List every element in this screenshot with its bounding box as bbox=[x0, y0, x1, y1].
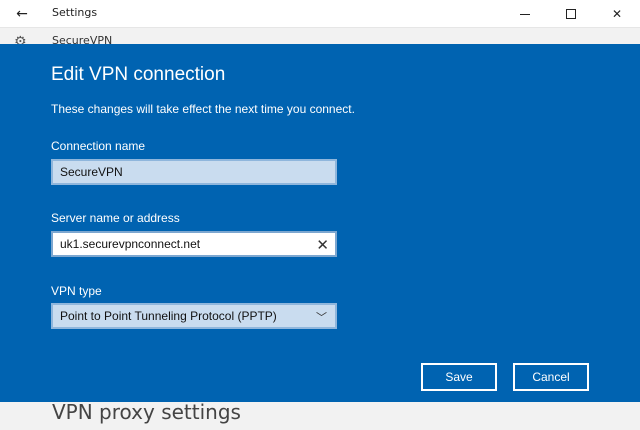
server-address-field[interactable]: uk1.securevpnconnect.net ✕ bbox=[51, 231, 337, 257]
minimize-icon bbox=[520, 13, 530, 15]
window-title: Settings bbox=[52, 6, 98, 19]
dialog-subtitle: These changes will take effect the next … bbox=[51, 102, 355, 116]
title-bar: ← Settings ✕ bbox=[0, 0, 640, 28]
chevron-down-icon: ﹀ bbox=[316, 312, 327, 324]
close-icon: ✕ bbox=[611, 7, 623, 21]
clear-icon[interactable]: ✕ bbox=[316, 236, 329, 254]
cancel-button[interactable]: Cancel bbox=[513, 363, 589, 391]
connection-name-field[interactable]: SecureVPN bbox=[51, 159, 337, 185]
connection-name-label: Connection name bbox=[51, 139, 146, 153]
edit-vpn-dialog: Edit VPN connection These changes will t… bbox=[0, 44, 640, 402]
server-label: Server name or address bbox=[51, 211, 180, 225]
server-address-value: uk1.securevpnconnect.net bbox=[60, 237, 201, 251]
maximize-icon bbox=[566, 9, 576, 19]
close-button[interactable]: ✕ bbox=[594, 0, 640, 28]
vpn-type-select[interactable]: Point to Point Tunneling Protocol (PPTP)… bbox=[51, 303, 337, 329]
dialog-title: Edit VPN connection bbox=[51, 64, 226, 85]
background-heading: VPN proxy settings bbox=[52, 400, 241, 424]
maximize-button[interactable] bbox=[548, 0, 594, 28]
minimize-button[interactable] bbox=[502, 0, 548, 28]
vpn-type-label: VPN type bbox=[51, 284, 102, 298]
connection-name-value: SecureVPN bbox=[60, 165, 123, 179]
save-button[interactable]: Save bbox=[421, 363, 497, 391]
arrow-left-icon[interactable]: ← bbox=[0, 0, 44, 28]
vpn-type-value: Point to Point Tunneling Protocol (PPTP) bbox=[60, 309, 277, 323]
